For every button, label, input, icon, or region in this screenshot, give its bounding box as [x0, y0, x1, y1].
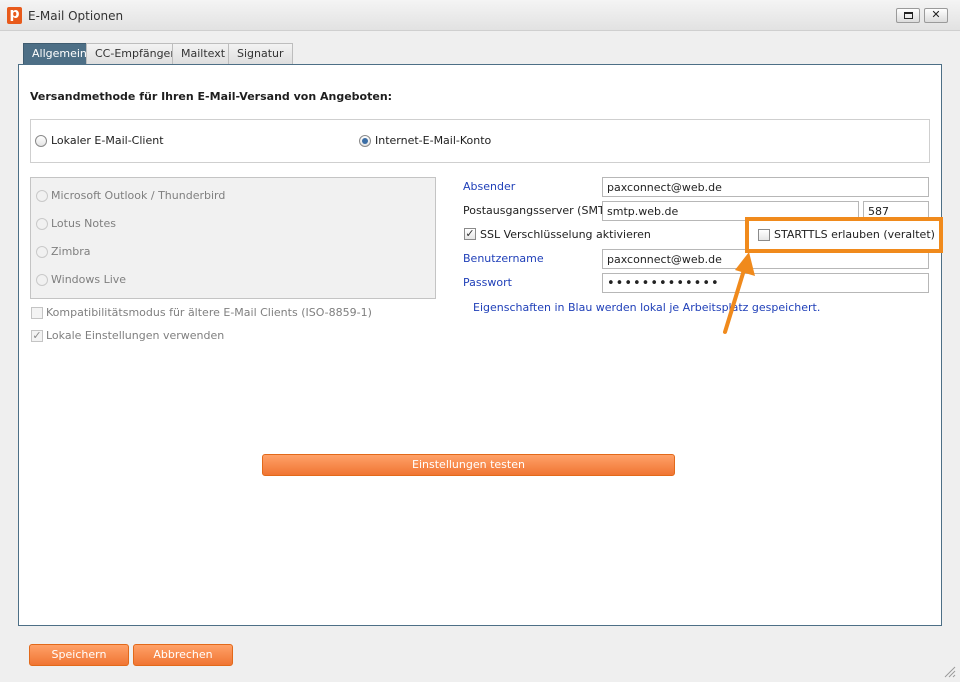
- save-button[interactable]: Speichern: [29, 644, 129, 666]
- local-settings-label: Lokale Einstellungen verwenden: [46, 329, 225, 342]
- blue-properties-hint: Eigenschaften in Blau werden lokal je Ar…: [473, 301, 821, 314]
- radio-windows-live-label: Windows Live: [51, 273, 127, 286]
- sender-label: Absender: [463, 180, 516, 193]
- radio-local-client-label[interactable]: Lokaler E-Mail-Client: [51, 134, 164, 147]
- cancel-button[interactable]: Abbrechen: [133, 644, 233, 666]
- radio-internet-account-label[interactable]: Internet-E-Mail-Konto: [375, 134, 491, 147]
- starttls-highlight-box: [745, 217, 943, 253]
- radio-zimbra-label: Zimbra: [51, 245, 91, 258]
- ssl-checkbox[interactable]: ✓: [464, 228, 476, 240]
- annotation-arrow-icon: [723, 252, 755, 334]
- tab-cc-empfaenger[interactable]: CC-Empfänger: [86, 43, 184, 64]
- close-icon: ✕: [931, 8, 941, 21]
- radio-outlook-label: Microsoft Outlook / Thunderbird: [51, 189, 226, 202]
- compat-mode-label: Kompatibilitätsmodus für ältere E-Mail C…: [46, 306, 372, 319]
- ssl-label[interactable]: SSL Verschlüsselung aktivieren: [480, 228, 651, 241]
- tab-mailtext[interactable]: Mailtext: [172, 43, 235, 64]
- local-settings-checkbox: ✓: [31, 329, 43, 342]
- radio-zimbra: [36, 246, 48, 258]
- compat-mode-checkbox: [31, 307, 43, 319]
- radio-internet-account[interactable]: [359, 135, 371, 147]
- app-logo-icon: p: [7, 7, 22, 24]
- radio-local-client[interactable]: [35, 135, 47, 147]
- password-label: Passwort: [463, 276, 512, 289]
- password-input[interactable]: [602, 273, 929, 293]
- maximize-button[interactable]: [896, 8, 920, 23]
- radio-windows-live: [36, 274, 48, 286]
- maximize-icon: [903, 12, 913, 19]
- method-heading: Versandmethode für Ihren E-Mail-Versand …: [30, 90, 393, 103]
- close-button[interactable]: ✕: [924, 8, 948, 23]
- tab-signatur[interactable]: Signatur: [228, 43, 293, 64]
- window-title: E-Mail Optionen: [28, 9, 124, 23]
- username-label: Benutzername: [463, 252, 544, 265]
- title-bar: p E-Mail Optionen ✕: [0, 0, 960, 31]
- sender-input[interactable]: [602, 177, 929, 197]
- smtp-label: Postausgangsserver (SMTP): [463, 204, 616, 217]
- test-settings-button[interactable]: Einstellungen testen: [262, 454, 675, 476]
- resize-grip-icon[interactable]: [942, 664, 956, 678]
- radio-lotus-notes: [36, 218, 48, 230]
- radio-outlook: [36, 190, 48, 202]
- tab-allgemein[interactable]: Allgemein: [23, 43, 96, 64]
- radio-lotus-notes-label: Lotus Notes: [51, 217, 116, 230]
